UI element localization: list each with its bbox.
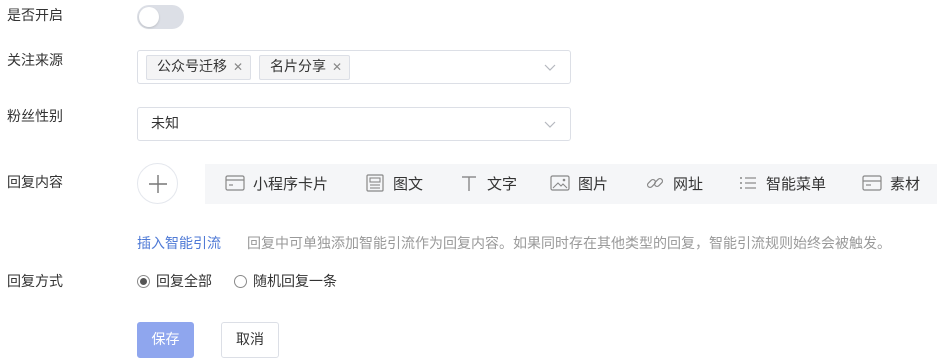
toolbar-item-smart-menu[interactable]: 智能菜单 bbox=[738, 173, 826, 195]
source-tag: 公众号迁移 ✕ bbox=[146, 55, 252, 80]
toolbar-item-label: 素材 bbox=[890, 175, 921, 193]
enable-label: 是否开启 bbox=[7, 8, 63, 24]
article-icon bbox=[366, 174, 384, 192]
reply-hint-text: 回复中可单独添加智能引流作为回复内容。如果同时存在其他类型的回复，智能引流规则始… bbox=[247, 236, 891, 252]
reply-type-toolbar: 小程序卡片 图文 文字 图片 网址 智能菜单 素材 bbox=[205, 164, 937, 204]
plus-icon bbox=[149, 175, 167, 193]
gender-value: 未知 bbox=[151, 116, 179, 132]
source-select[interactable]: 公众号迁移 ✕ 名片分享 ✕ bbox=[137, 50, 571, 84]
source-label: 关注来源 bbox=[7, 53, 63, 69]
enable-toggle[interactable] bbox=[137, 5, 184, 29]
toolbar-item-text[interactable]: 文字 bbox=[459, 173, 517, 195]
toolbar-item-label: 图片 bbox=[578, 175, 609, 193]
toolbar-item-label: 智能菜单 bbox=[766, 175, 827, 193]
link-icon bbox=[646, 177, 664, 189]
cancel-button[interactable]: 取消 bbox=[221, 322, 279, 358]
radio-label: 随机回复一条 bbox=[253, 274, 337, 290]
gender-select[interactable]: 未知 bbox=[137, 107, 571, 141]
radio-unchecked-icon bbox=[234, 275, 247, 288]
radio-label: 回复全部 bbox=[156, 274, 212, 290]
source-tag: 名片分享 ✕ bbox=[259, 55, 351, 80]
radio-checked-icon bbox=[137, 275, 150, 288]
toolbar-item-label: 图文 bbox=[393, 175, 424, 193]
radio-reply-random[interactable]: 随机回复一条 bbox=[234, 272, 337, 292]
toolbar-item-miniprogram[interactable]: 小程序卡片 bbox=[225, 173, 328, 195]
chevron-down-icon bbox=[544, 64, 556, 71]
source-tag-label: 公众号迁移 bbox=[157, 59, 227, 75]
gender-label: 粉丝性别 bbox=[7, 109, 63, 125]
add-reply-button[interactable] bbox=[137, 163, 178, 204]
toolbar-item-article[interactable]: 图文 bbox=[365, 173, 423, 195]
reply-mode-label: 回复方式 bbox=[7, 274, 63, 290]
save-button[interactable]: 保存 bbox=[137, 322, 194, 358]
toolbar-item-material[interactable]: 素材 bbox=[862, 173, 920, 195]
reply-content-label: 回复内容 bbox=[7, 175, 63, 191]
toolbar-item-image[interactable]: 图片 bbox=[550, 173, 608, 195]
tag-close-icon[interactable]: ✕ bbox=[233, 56, 243, 79]
menu-list-icon bbox=[740, 177, 756, 189]
insert-smart-traffic-link[interactable]: 插入智能引流 bbox=[137, 234, 221, 254]
radio-reply-all[interactable]: 回复全部 bbox=[137, 272, 212, 292]
text-icon bbox=[462, 176, 476, 191]
toggle-knob bbox=[139, 7, 159, 27]
source-tag-label: 名片分享 bbox=[270, 59, 326, 75]
chevron-down-icon bbox=[544, 121, 556, 128]
image-icon bbox=[550, 175, 570, 191]
material-icon bbox=[862, 175, 882, 191]
toolbar-item-label: 文字 bbox=[487, 175, 518, 193]
tag-close-icon[interactable]: ✕ bbox=[332, 56, 342, 79]
card-icon bbox=[225, 175, 245, 191]
toolbar-item-label: 小程序卡片 bbox=[253, 175, 329, 193]
toolbar-item-url[interactable]: 网址 bbox=[645, 173, 703, 195]
toolbar-item-label: 网址 bbox=[673, 175, 704, 193]
